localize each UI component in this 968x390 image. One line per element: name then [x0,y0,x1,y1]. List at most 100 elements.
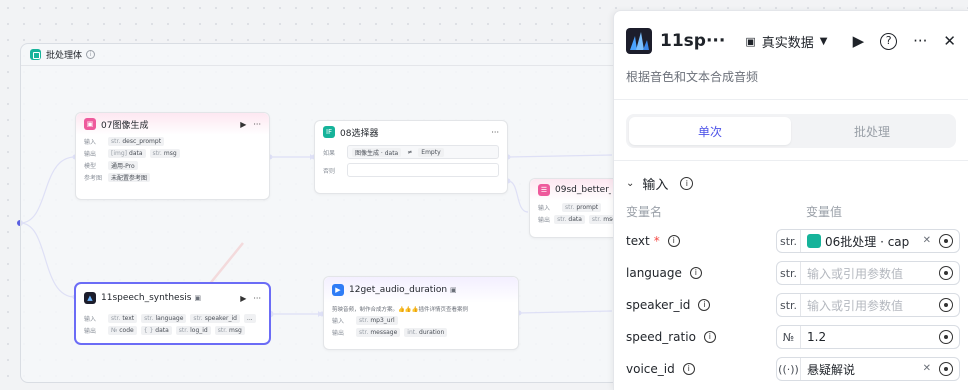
param-value-input[interactable]: ((·)) 悬疑解说 ✕ [776,357,960,381]
param-tag: [img] data [108,148,146,158]
info-icon[interactable]: i [689,267,702,279]
data-mode-icon: ▣ [745,34,756,48]
param-name: ... [246,314,253,322]
param-type: str. [111,137,121,145]
speech-icon: ▲ [84,292,96,304]
info-icon[interactable]: i [680,176,694,190]
param-row-label: 输出 [84,150,97,158]
reference-target-icon[interactable] [939,298,953,312]
image-gen-icon: ▣ [84,118,96,130]
param-type-badge: ((·)) [777,358,801,380]
param-tag: № code [108,325,137,335]
cond-op: ≠ [407,148,413,156]
play-icon[interactable]: ▶ [240,294,246,303]
param-value-input[interactable]: str. 输入或引用参数值 [776,293,960,317]
reference-target-icon[interactable] [939,266,953,280]
node-07-image-gen[interactable]: ▣ 07图像生成 ▶ ··· 输入 str. desc_prompt 输出 [img] da… [75,112,270,200]
condition-row[interactable]: 图像生成 · data ≠ Empty [347,145,499,159]
param-name: voice_id [626,362,675,376]
param-value: 悬疑解说 [801,361,959,378]
clear-icon[interactable]: ✕ [923,235,931,246]
param-name-cell: voice_id i [626,362,776,376]
param-name: msg [229,326,242,334]
param-row: 输出 str. message int. duration [324,326,518,338]
param-field-row: text * i str. 06批处理 · cap ✕ [614,225,968,257]
clear-icon[interactable]: ✕ [923,363,931,374]
param-type-badge: № [777,326,801,348]
node-title: 07图像生成 [101,120,149,131]
param-placeholder: 输入或引用参数值 [807,298,904,313]
col-value: 变量值 [806,205,843,219]
param-tag: str. prompt [562,202,602,212]
node-12-get-audio-duration[interactable]: ▶ 12get_audio_duration ▣ 剪映音频，制作合成方案。👍👍👍… [323,276,519,350]
param-type: str. [591,215,602,223]
param-name-cell: speaker_id i [626,298,776,312]
node-title: 09sd_better_p [555,185,611,195]
more-icon[interactable]: ··· [491,128,499,137]
workflow-canvas[interactable]: 批处理体 i ▣ 07图像生成 ▶ ··· 输入 str. desc_prompt 输出… [0,0,968,390]
info-icon[interactable]: i [703,331,716,343]
param-value-input[interactable]: str. 输入或引用参数值 [776,261,960,285]
param-value: 06批处理 · cap [801,233,959,250]
param-name: 通用-Pro [111,162,135,170]
param-tag: str. text [108,313,138,323]
if-label: 如果 [323,149,336,157]
param-name-cell: speed_ratio i [626,330,776,344]
run-button[interactable]: ▶ [853,32,865,50]
param-tag: 未配置参考图 [108,172,151,182]
param-tag: str. speaker_id [190,313,240,323]
node-title: 11speech_synthesis [101,293,192,303]
param-type-badge: str. [777,294,801,316]
more-button[interactable]: ··· [913,32,927,50]
param-tag: str. msg [214,325,245,335]
play-icon[interactable]: ▶ [240,120,246,129]
param-list: text * i str. 06批处理 · cap ✕ language i str. 输入或引用… [614,225,968,385]
param-type-badge: str. [777,230,801,252]
param-name-cell: language i [626,266,776,280]
param-name: msg [163,149,177,157]
param-tag: str. language [141,313,187,323]
else-label: 否则 [323,167,336,175]
info-icon[interactable]: i [667,235,680,247]
more-icon[interactable]: ··· [253,294,261,303]
reference-target-icon[interactable] [939,330,953,344]
param-row-label: 输出 [538,216,551,224]
col-name: 变量名 [626,205,663,219]
node-09-sd-better[interactable]: ☰ 09sd_better_p 输入str.prompt输出str.datast… [529,178,619,238]
mode-select[interactable]: ▣ 真实数据 ▼ [745,32,827,51]
node-params: 输入 str. prompt 输出 str. data str. msg [530,201,619,225]
param-row: 输出 № code{ } data str. log_id str. msg [76,324,269,336]
help-button[interactable]: ? [880,32,898,50]
tab-batch[interactable]: 批处理 [791,117,953,145]
node-description: 剪映音频，制作合成方案。👍👍👍插件详情页查看案例 [332,306,469,313]
param-columns: 变量名 变量值 [614,203,968,220]
info-icon[interactable]: i [86,50,96,59]
else-row[interactable] [347,163,499,177]
node-title: 08选择器 [340,128,379,139]
required-mark: * [653,234,660,248]
mode-label: 真实数据 [761,35,814,51]
param-name: prompt [576,203,599,211]
param-row: 输入 str. prompt [530,201,619,213]
param-field-row: speed_ratio i № 1.2 [614,321,968,353]
param-tag: str. msg [149,148,180,158]
node-08-selector[interactable]: IF 08选择器 ··· 如果 图像生成 · data ≠ Empty 否则 [314,120,508,194]
close-button[interactable]: ✕ [943,32,956,50]
param-value-input[interactable]: № 1.2 [776,325,960,349]
info-icon[interactable]: i [682,363,695,375]
param-name: language [626,266,682,280]
tab-single[interactable]: 单次 [629,117,791,145]
divider [614,99,968,100]
reference-target-icon[interactable] [939,234,953,248]
node-11-speech-synthesis[interactable]: ▲ 11speech_synthesis ▣ ▶ ··· 输入 str. text st… [75,283,270,344]
param-value-input[interactable]: str. 06批处理 · cap ✕ [776,229,960,253]
more-icon[interactable]: ··· [253,120,261,129]
param-type: str. [359,328,369,336]
param-row-label: 输出 [332,329,345,337]
input-section-header[interactable]: ⌄ 输入 i [614,175,968,193]
reference-target-icon[interactable] [939,362,953,376]
chevron-down-icon: ▼ [819,35,828,47]
param-row: 模型 通用-Pro [76,159,269,171]
param-tag: str. data [554,214,585,224]
info-icon[interactable]: i [698,299,711,311]
